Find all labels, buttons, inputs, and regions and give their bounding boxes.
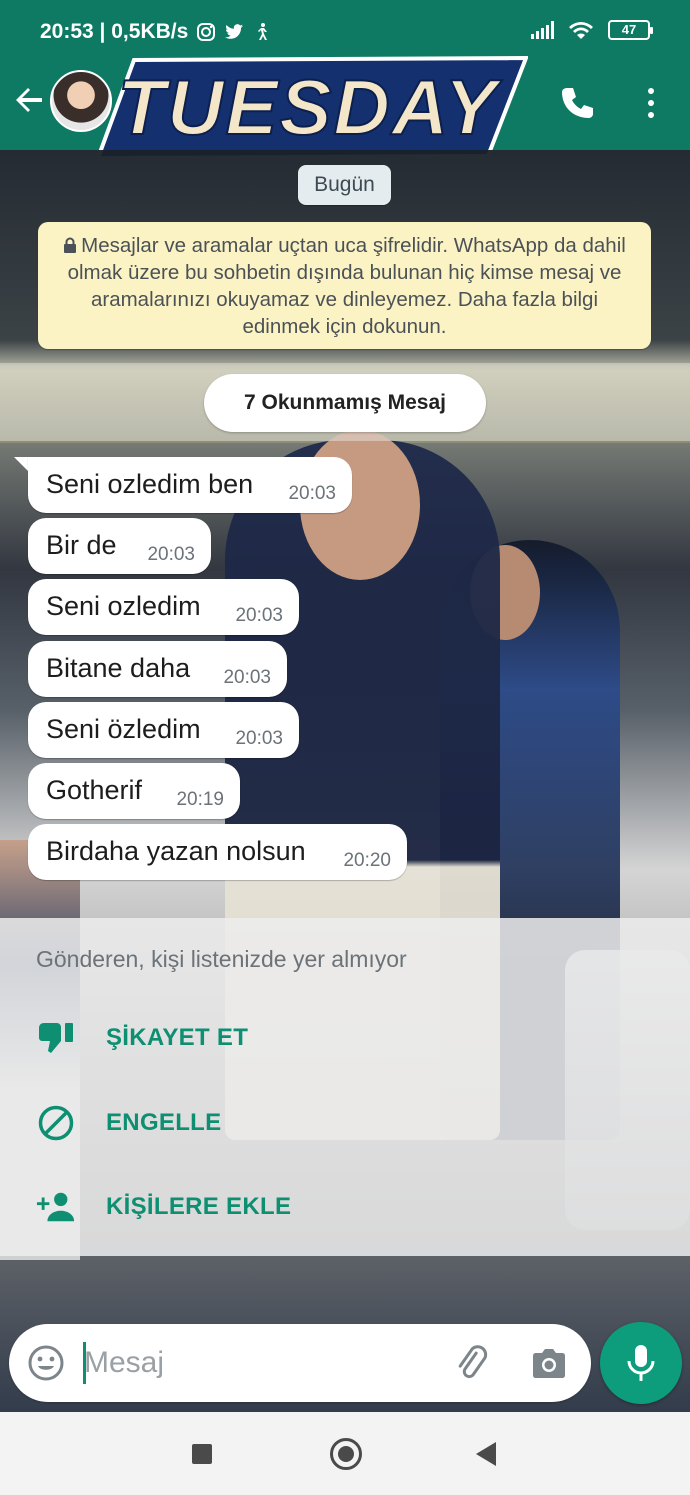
block-label: ENGELLE [106,1109,222,1136]
add-contact-label: KİŞİLERE EKLE [106,1193,292,1220]
message-text: Seni ozledim ben [46,469,254,499]
status-time-speed: 20:53 | 0,5KB/s [40,20,189,43]
encryption-notice[interactable]: Mesajlar ve aramalar uçtan uca şifrelidi… [38,222,651,349]
message-text: Gotherif [46,775,143,805]
add-contact-icon [36,1187,76,1227]
message-bubble[interactable]: Seni ozledim 20:03 [28,579,299,635]
message-bubble[interactable]: Gotherif 20:19 [28,763,240,819]
message-time: 20:03 [147,544,195,565]
block-button[interactable]: ENGELLE [36,1101,221,1145]
message-time: 20:03 [223,667,271,688]
back-nav-button[interactable] [476,1442,496,1466]
lock-icon [64,237,77,253]
call-icon[interactable] [556,82,598,124]
camera-icon[interactable] [529,1344,569,1384]
unknown-sender-panel: Gönderen, kişi listenizde yer almıyor Şİ… [0,918,690,1256]
message-text: Seni ozledim [46,591,201,621]
block-icon [36,1103,76,1143]
walk-icon [258,23,268,40]
message-text: Bir de [46,530,117,560]
status-right: 47 [531,20,653,40]
message-bubble[interactable]: Seni ozledim ben 20:03 [28,457,352,513]
twitter-icon [225,24,244,39]
instagram-icon [197,23,216,41]
message-text: Bitane daha [46,653,191,683]
battery-icon: 47 [608,20,653,40]
message-text: Birdaha yazan nolsun [46,836,306,866]
report-button[interactable]: ŞİKAYET ET [36,1016,248,1060]
message-input[interactable] [84,1340,424,1386]
message-time: 20:03 [235,728,283,749]
message-time: 20:03 [288,483,336,504]
mic-button[interactable] [600,1322,682,1404]
message-time: 20:19 [176,789,224,810]
message-bubble[interactable]: Bitane daha 20:03 [28,641,287,697]
chat-header: TUESDAY [0,55,690,161]
message-time: 20:03 [235,605,283,626]
system-nav-bar [0,1412,690,1495]
unknown-sender-note: Gönderen, kişi listenizde yer almıyor [36,946,407,972]
thumb-down-icon [36,1018,76,1058]
more-vert-icon[interactable] [640,82,662,124]
mic-icon [627,1345,655,1381]
message-composer [9,1324,591,1402]
recents-nav-button[interactable] [192,1444,212,1464]
date-chip: Bugün [298,165,391,205]
wifi-icon [569,22,593,39]
add-contact-button[interactable]: KİŞİLERE EKLE [36,1185,291,1229]
logo-text: TUESDAY [118,63,503,151]
back-arrow-icon[interactable] [12,82,48,118]
signal-icon [531,21,554,39]
message-time: 20:20 [343,850,391,871]
emoji-icon[interactable] [27,1344,65,1382]
message-bubble[interactable]: Seni özledim 20:03 [28,702,299,758]
message-bubble[interactable]: Birdaha yazan nolsun 20:20 [28,824,407,880]
message-text: Seni özledim [46,714,201,744]
report-label: ŞİKAYET ET [106,1024,249,1051]
message-bubble[interactable]: Bir de 20:03 [28,518,211,574]
home-nav-button[interactable] [330,1438,362,1470]
encryption-notice-text: Mesajlar ve aramalar uçtan uca şifrelidi… [67,234,626,338]
status-left: 20:53 | 0,5KB/s [40,20,272,44]
unread-messages-label: 7 Okunmamış Mesaj [204,374,486,432]
attach-icon[interactable] [452,1344,492,1384]
